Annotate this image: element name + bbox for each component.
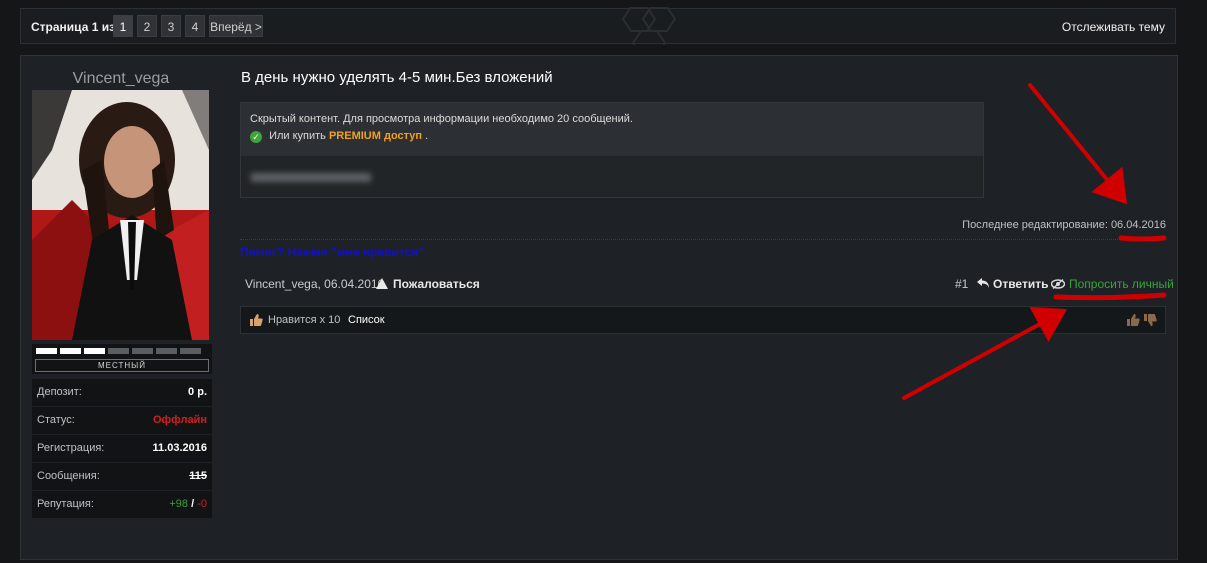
annotation-arrow [1028, 83, 1128, 205]
annotation-overlay [902, 83, 1167, 400]
annotation-arrow [902, 306, 1068, 400]
annotation-underline [1053, 292, 1167, 301]
annotation-underline [1118, 235, 1167, 242]
